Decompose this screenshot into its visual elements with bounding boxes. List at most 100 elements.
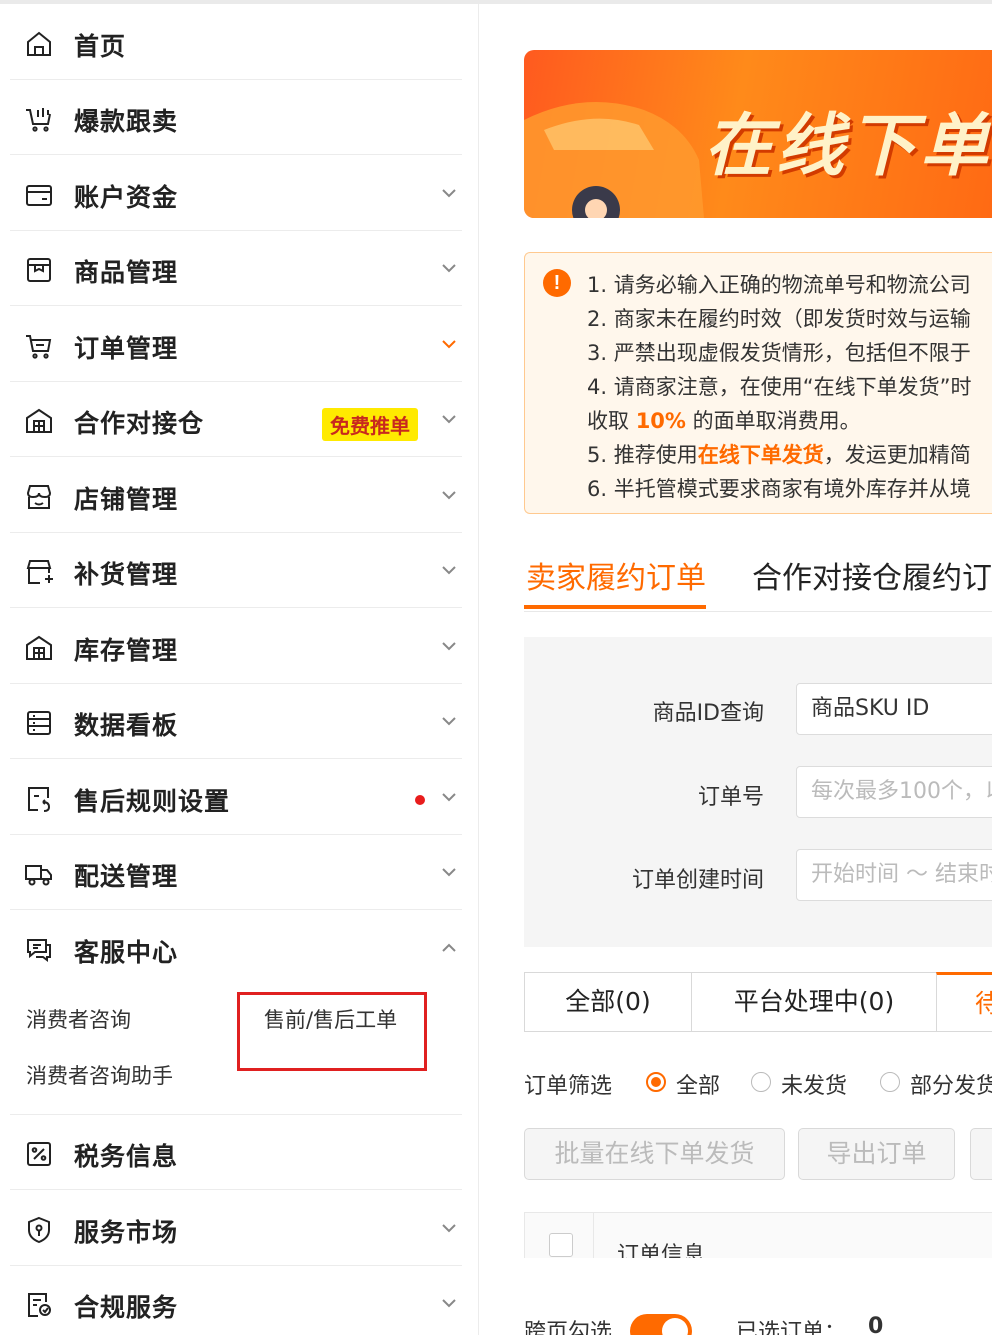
radio-all[interactable] (646, 1072, 666, 1092)
restock-icon (24, 557, 54, 587)
batch-online-ship-button[interactable]: 批量在线下单发货 (524, 1128, 785, 1180)
product-id-type-select[interactable]: 商品SKU ID (796, 683, 992, 735)
radio-partially-shipped[interactable] (880, 1072, 900, 1092)
chevron-up-icon[interactable] (440, 939, 458, 957)
sidebar-item-label: 补货管理 (74, 560, 179, 589)
column-divider (593, 1213, 594, 1258)
notice-text: 5. 推荐使用 (587, 443, 698, 467)
chevron-down-icon[interactable] (440, 410, 458, 428)
chevron-down-icon[interactable] (440, 637, 458, 655)
sidebar-item-account-funds[interactable]: 账户资金 (10, 156, 462, 231)
sidebar-item-label: 售后规则设置 (74, 787, 231, 816)
truck-icon (24, 859, 54, 889)
notice-line: 4. 请商家注意，在使用“在线下单发货”时 (587, 375, 972, 399)
selected-orders-label: 已选订单： (736, 1320, 847, 1335)
tab-all[interactable]: 全部(0) (524, 972, 692, 1032)
sidebar-item-dashboard[interactable]: 数据看板 (10, 684, 462, 759)
sidebar-item-partner-warehouse[interactable]: 合作对接仓 免费推单 (10, 382, 462, 457)
wallet-icon (24, 180, 54, 210)
column-order-info: 订单信息 (617, 1243, 706, 1258)
tab-pending[interactable]: 待 (936, 972, 992, 1032)
notice-panel: ! 1. 请务必输入正确的物流单号和物流公司 2. 商家未在履约时效（即发货时效… (524, 252, 992, 514)
chevron-down-icon[interactable] (440, 863, 458, 881)
tab-platform-processing[interactable]: 平台处理中(0) (691, 972, 937, 1032)
sidebar-item-after-sale-rules[interactable]: 售后规则设置 (10, 760, 462, 835)
select-all-checkbox[interactable] (549, 1233, 573, 1257)
tax-icon (24, 1139, 54, 1169)
exclamation-icon: ! (543, 269, 571, 297)
cross-page-select-label: 跨页勾选 (524, 1320, 613, 1335)
sidebar-item-label: 爆款跟卖 (74, 107, 179, 136)
sidebar-item-home[interactable]: 首页 (10, 5, 462, 80)
sidebar-item-compliance[interactable]: 合规服务 (10, 1266, 462, 1341)
chevron-down-icon[interactable] (440, 184, 458, 202)
sidebar-item-label: 合规服务 (74, 1293, 179, 1322)
more-action-button[interactable] (970, 1128, 992, 1180)
notice-line: 1. 请务必输入正确的物流单号和物流公司 (587, 273, 971, 297)
product-box-icon (24, 255, 54, 285)
sidebar-item-tax[interactable]: 税务信息 (10, 1115, 462, 1190)
sidebar-item-label: 库存管理 (74, 636, 179, 665)
sidebar-item-service-market[interactable]: 服务市场 (10, 1191, 462, 1266)
filter-panel: 商品ID查询 商品SKU ID 订单号 每次最多100个，以 订单创建时间 开始… (524, 637, 992, 947)
notice-text: ，发运更加精简 (823, 443, 971, 467)
active-tab-indicator (524, 605, 706, 609)
radio-not-shipped[interactable] (751, 1072, 771, 1092)
sidebar-item-label: 账户资金 (74, 183, 179, 212)
sidebar-item-customer-service[interactable]: 客服中心 (10, 911, 462, 986)
car-illustration (524, 102, 704, 218)
chevron-down-icon[interactable] (440, 1294, 458, 1312)
submenu-consumer-inquiry-assistant[interactable]: 消费者咨询助手 (26, 1060, 173, 1090)
chevron-down-icon[interactable] (440, 712, 458, 730)
chat-icon (24, 935, 54, 965)
order-type-tabs: 卖家履约订单 合作对接仓履约订 (524, 545, 992, 612)
status-tabs: 全部(0) 平台处理中(0) 待 (524, 972, 992, 1032)
dashboard-icon (24, 708, 54, 738)
sidebar-item-label: 数据看板 (74, 711, 179, 740)
sidebar-item-restock[interactable]: 补货管理 (10, 533, 462, 608)
notice-line: 5. 推荐使用在线下单发货，发运更加精简 (587, 439, 971, 469)
sidebar-item-store[interactable]: 店铺管理 (10, 458, 462, 533)
sidebar-item-delivery[interactable]: 配送管理 (10, 835, 462, 910)
sidebar-item-inventory[interactable]: 库存管理 (10, 609, 462, 684)
notice-line: 收取 10% 的面单取消费用。 (587, 405, 861, 435)
chevron-down-icon[interactable] (440, 486, 458, 504)
product-id-label: 商品ID查询 (652, 701, 764, 726)
notice-text: 收取 (587, 409, 636, 433)
chevron-down-icon[interactable] (440, 259, 458, 277)
after-sale-icon (24, 784, 54, 814)
tab-partner-warehouse-fulfillment[interactable]: 合作对接仓履约订 (752, 553, 992, 597)
created-time-range-input[interactable]: 开始时间 ～ 结束时 (796, 849, 992, 901)
sidebar-item-label: 服务市场 (74, 1218, 179, 1247)
sidebar-item-orders[interactable]: 订单管理 (10, 307, 462, 382)
free-push-badge: 免费推单 (322, 408, 418, 441)
online-order-banner[interactable]: 在线下单 (524, 50, 992, 218)
notice-text: 的面单取消费用。 (685, 409, 861, 433)
notice-line: 2. 商家未在履约时效（即发货时效与运输 (587, 307, 971, 331)
order-no-input[interactable]: 每次最多100个，以 (796, 766, 992, 818)
notice-line: 6. 半托管模式要求商家有境外库存并从境 (587, 477, 971, 501)
radio-partially-shipped-label[interactable]: 部分发货 (910, 1068, 992, 1100)
sidebar-item-products[interactable]: 商品管理 (10, 231, 462, 306)
online-order-link[interactable]: 在线下单发货 (698, 443, 824, 467)
notice-line: 3. 严禁出现虚假发货情形，包括但不限于 (587, 341, 971, 365)
sidebar-item-label: 订单管理 (74, 334, 179, 363)
order-no-label: 订单号 (697, 785, 764, 810)
sidebar-item-hot-follow[interactable]: 爆款跟卖 (10, 80, 462, 155)
selected-orders-count: 0 (868, 1314, 884, 1335)
radio-not-shipped-label[interactable]: 未发货 (781, 1068, 847, 1100)
radio-all-label[interactable]: 全部 (676, 1068, 720, 1100)
submenu-consumer-inquiry[interactable]: 消费者咨询 (26, 1004, 131, 1034)
chevron-down-icon[interactable] (440, 788, 458, 806)
chevron-down-icon[interactable] (440, 561, 458, 579)
order-filter-label: 订单筛选 (524, 1074, 613, 1099)
home-icon (24, 29, 54, 59)
compliance-doc-icon (24, 1290, 54, 1320)
cross-page-toggle[interactable] (630, 1314, 692, 1335)
tab-seller-fulfillment[interactable]: 卖家履约订单 (526, 553, 706, 597)
sidebar-item-label: 配送管理 (74, 862, 179, 891)
export-orders-button[interactable]: 导出订单 (798, 1128, 955, 1180)
chevron-down-icon[interactable] (440, 335, 458, 353)
chevron-down-icon[interactable] (440, 1219, 458, 1237)
inventory-icon (24, 633, 54, 663)
